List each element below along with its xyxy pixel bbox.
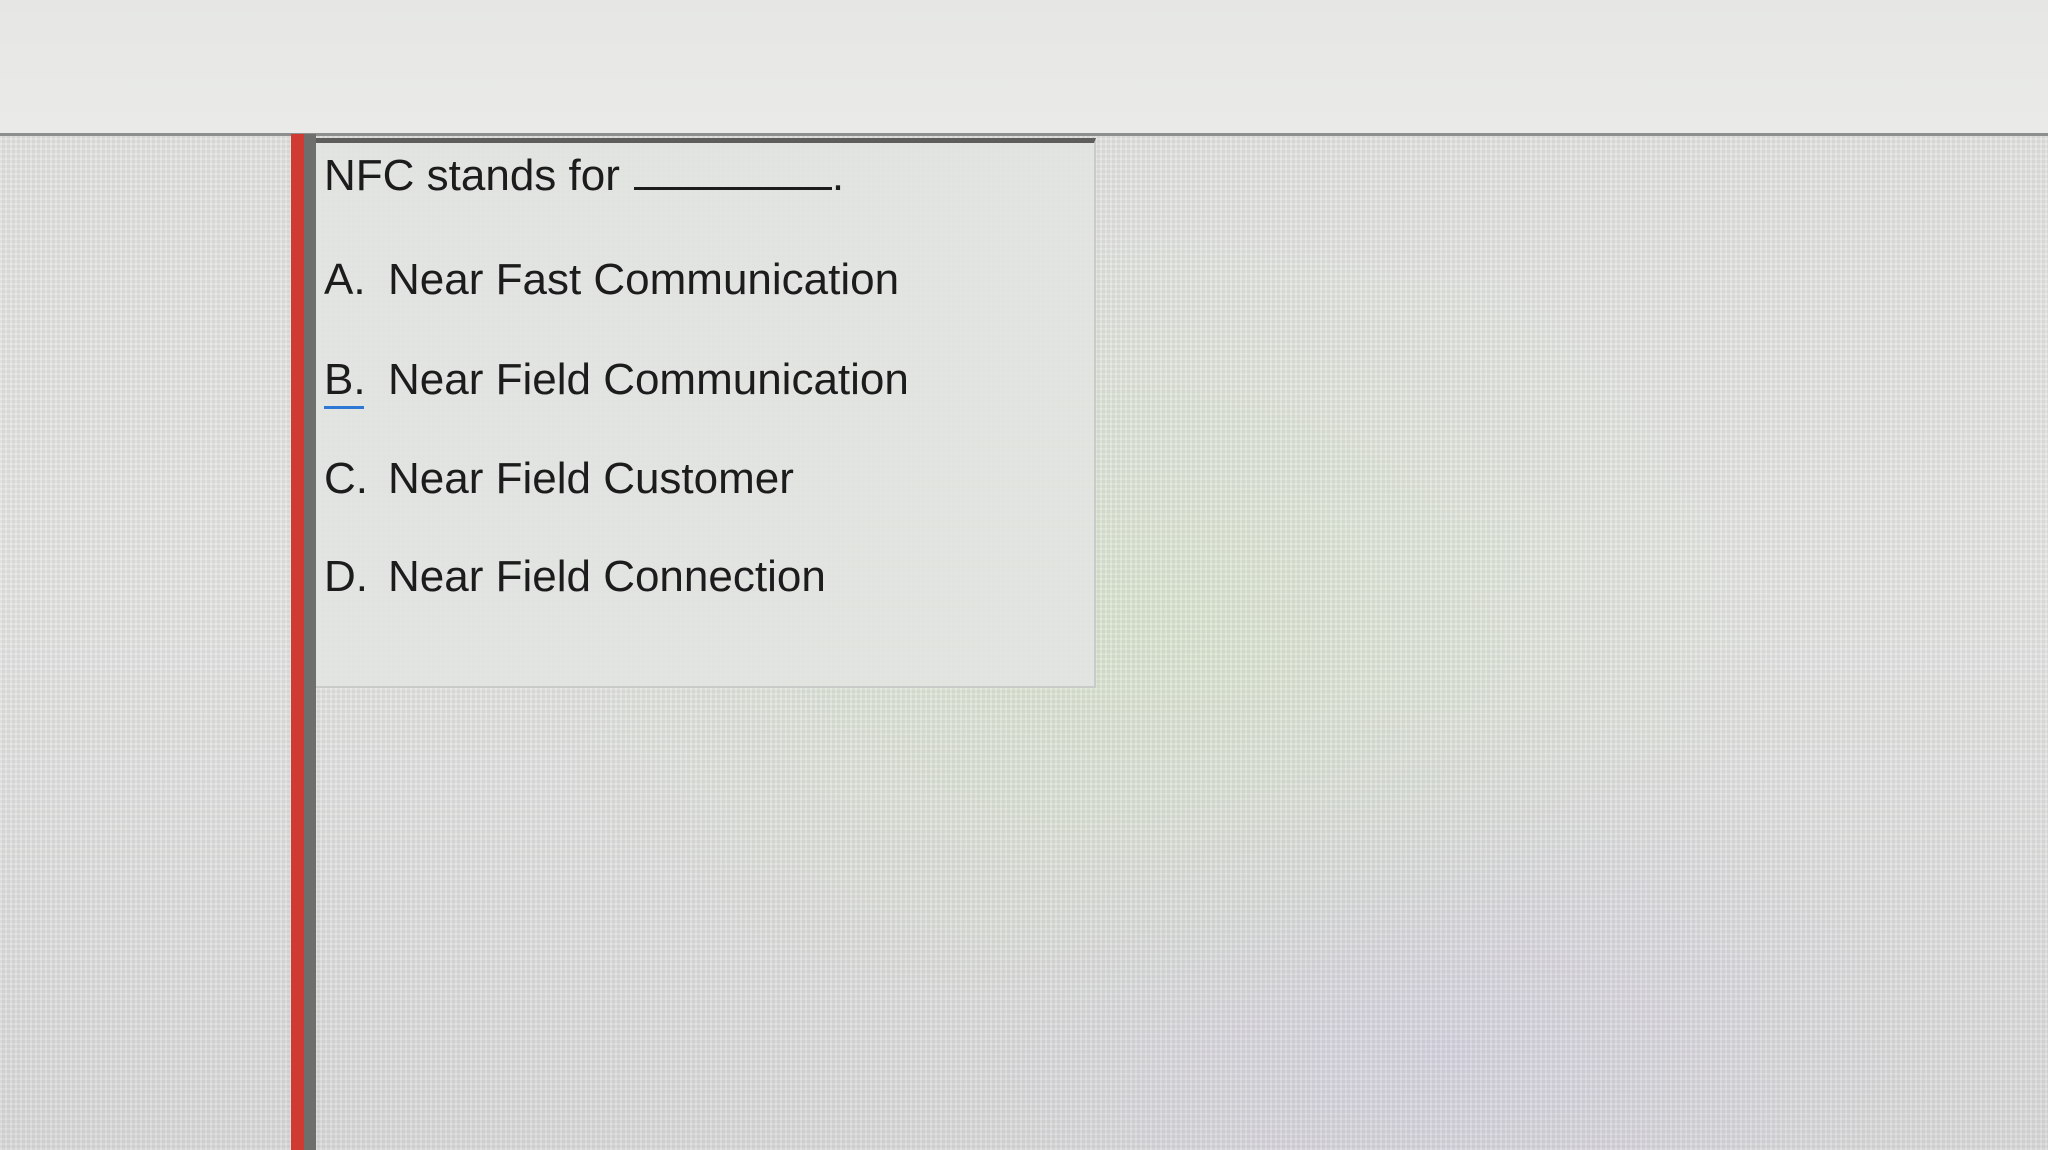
question-text: NFC stands for [324, 151, 620, 200]
option-text: Near Field Customer [388, 454, 794, 503]
left-bar-edge [304, 134, 316, 1150]
option-text: Near Fast Communication [388, 255, 900, 304]
option-letter: B. [324, 355, 388, 409]
top-band [0, 0, 2048, 134]
answer-option-c[interactable]: C. Near Field Customer [324, 454, 794, 504]
option-letter: D. [324, 552, 368, 601]
option-text: Near Field Communication [388, 355, 909, 404]
option-text: Near Field Connection [388, 552, 826, 601]
question-panel: NFC stands for. A. Near Fast Communicatio… [316, 138, 1096, 688]
answer-option-d[interactable]: D. Near Field Connection [324, 552, 826, 602]
answer-option-a[interactable]: A. Near Fast Communication [324, 255, 899, 305]
option-letter: C. [324, 454, 368, 503]
question-period: . [831, 151, 845, 200]
question-prompt: NFC stands for. [324, 151, 844, 201]
answer-blank [633, 157, 832, 190]
option-letter: A. [324, 255, 366, 304]
left-accent-bar [291, 134, 304, 1150]
answer-option-b[interactable]: B. Near Field Communication [324, 355, 909, 409]
